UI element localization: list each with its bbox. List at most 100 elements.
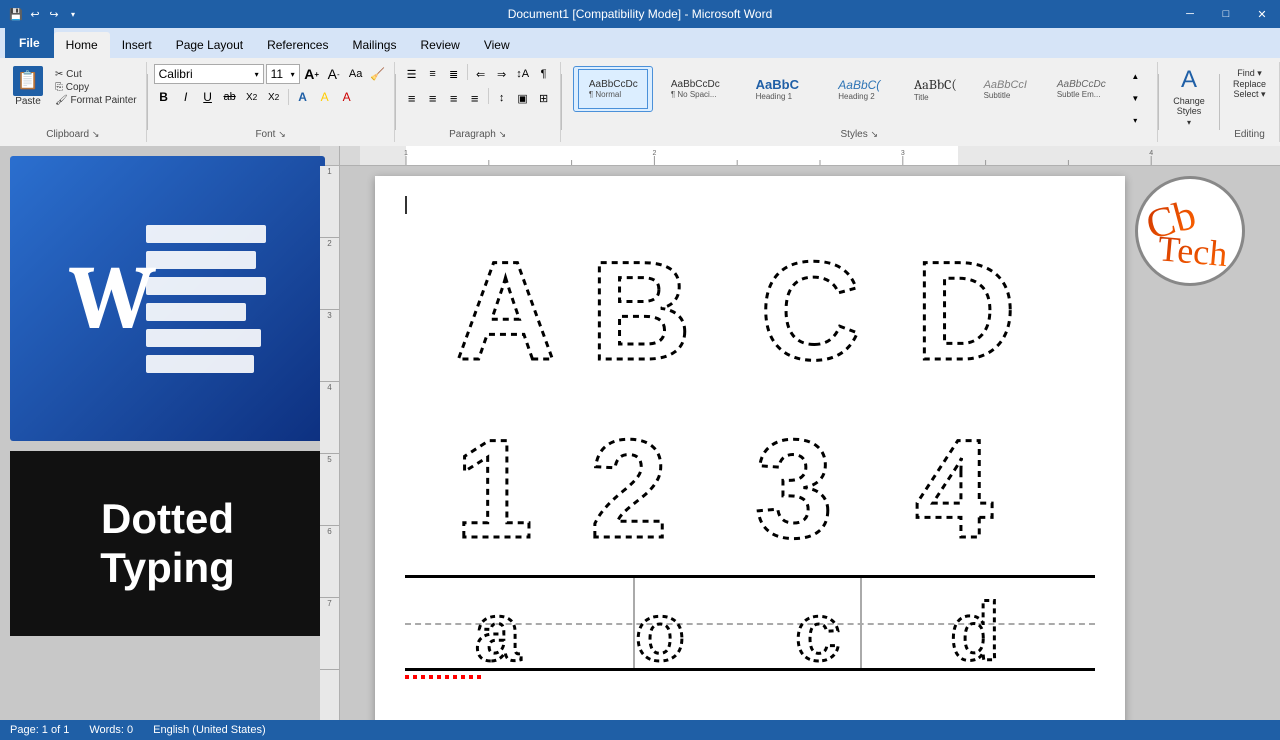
customize-quick-access-icon[interactable]: ▾: [65, 6, 81, 22]
highlight-button[interactable]: A: [315, 87, 335, 107]
status-bar: Page: 1 of 1 Words: 0 English (United St…: [0, 720, 1280, 740]
tab-file[interactable]: File: [5, 28, 54, 58]
copy-button[interactable]: ⎘ Copy: [52, 81, 140, 94]
tab-mailings[interactable]: Mailings: [340, 32, 408, 58]
tab-insert[interactable]: Insert: [110, 32, 164, 58]
font-name-selector[interactable]: Calibri ▾: [154, 64, 264, 84]
ribbon-tabs: File Home Insert Page Layout References …: [0, 28, 1280, 58]
svg-text:2: 2: [652, 150, 656, 157]
maximize-button[interactable]: □: [1208, 0, 1244, 28]
redo-icon[interactable]: ↪: [46, 6, 62, 22]
shading-button[interactable]: ▣: [513, 88, 533, 108]
style-heading2[interactable]: AaBbC( Heading 2: [819, 66, 899, 112]
align-left-button[interactable]: ≡: [402, 88, 422, 108]
text-effects-button[interactable]: A: [293, 87, 313, 107]
save-icon[interactable]: 💾: [8, 6, 24, 22]
format-painter-button[interactable]: 🖌 Format Painter: [52, 94, 140, 107]
style-title[interactable]: AaBbC( Title: [901, 66, 969, 112]
center-button[interactable]: ≡: [423, 88, 443, 108]
word-w-letter: W: [69, 247, 155, 351]
clear-format-button[interactable]: 🧹: [368, 64, 388, 84]
svg-text:1: 1: [455, 410, 533, 557]
svg-text:4: 4: [1149, 150, 1153, 157]
document-page[interactable]: A B C D 1 2 3 4: [375, 176, 1125, 720]
numbers-section: 1 2 3 4: [405, 397, 1095, 560]
style-no-spacing-preview: AaBbCcDc ¶ No Spaci...: [660, 69, 730, 109]
svg-text:C: C: [760, 232, 861, 379]
tab-view[interactable]: View: [472, 32, 522, 58]
tab-home[interactable]: Home: [54, 32, 110, 58]
line-spacing-button[interactable]: ↕: [492, 88, 512, 108]
superscript-button[interactable]: X2: [264, 87, 284, 107]
word-logo: W: [10, 156, 325, 441]
font-grow-button[interactable]: A+: [302, 64, 322, 84]
minimize-button[interactable]: ─: [1172, 0, 1208, 28]
ruler-v-mark-2: 2: [320, 238, 339, 310]
bullets-button[interactable]: ☰: [402, 64, 422, 84]
styles-scroll-up[interactable]: ▲: [1125, 66, 1145, 86]
page-wrapper[interactable]: A B C D 1 2 3 4: [340, 166, 1280, 720]
tab-page-layout[interactable]: Page Layout: [164, 32, 255, 58]
borders-button[interactable]: ⊞: [534, 88, 554, 108]
show-marks-button[interactable]: ¶: [534, 64, 554, 84]
font-name-value: Calibri: [159, 67, 193, 81]
letters-section: A B C D: [405, 219, 1095, 382]
align-right-button[interactable]: ≡: [444, 88, 464, 108]
style-normal[interactable]: AaBbCcDc ¶ Normal: [573, 66, 653, 112]
close-button[interactable]: ✕: [1244, 0, 1280, 28]
app-body: W DottedTyping 1 2 3 4: [0, 146, 1280, 720]
italic-button[interactable]: I: [176, 87, 196, 107]
numbering-button[interactable]: ≡: [423, 64, 443, 84]
underline-button[interactable]: U: [198, 87, 218, 107]
dotted-banner-text: DottedTyping: [100, 495, 235, 592]
subscript-button[interactable]: X2: [242, 87, 262, 107]
svg-text:4: 4: [915, 410, 993, 557]
svg-text:3: 3: [755, 410, 833, 557]
font-color-button[interactable]: A: [337, 87, 357, 107]
style-no-spacing[interactable]: AaBbCcDc ¶ No Spaci...: [655, 66, 735, 112]
paste-button[interactable]: 📋 Paste: [6, 64, 50, 108]
justify-button[interactable]: ≡: [465, 88, 485, 108]
font-shrink-button[interactable]: A-: [324, 64, 344, 84]
styles-group: AaBbCcDc ¶ Normal AaBbCcDc ¶ No Spaci...: [562, 62, 1158, 142]
multilevel-button[interactable]: ≣: [444, 64, 464, 84]
change-styles-button[interactable]: A ChangeStyles ▾: [1159, 62, 1219, 142]
document-area: 1 2 3 4 A B: [340, 146, 1280, 720]
clipboard-group: 📋 Paste ✂ Cut ⎘ Copy 🖌 Format Painter Cl…: [0, 62, 147, 142]
svg-text:A: A: [455, 232, 556, 379]
styles-scroll-down[interactable]: ▼: [1125, 88, 1145, 108]
style-subtitle[interactable]: AaBbCcI Subtitle: [971, 66, 1039, 112]
language-indicator: English (United States): [153, 724, 266, 736]
increase-indent-button[interactable]: ⇒: [492, 64, 512, 84]
sort-button[interactable]: ↕A: [513, 64, 533, 84]
numbers-svg: 1 2 3 4: [405, 397, 1085, 557]
style-subtle-emphasis[interactable]: AaBbCcDc Subtle Em...: [1041, 66, 1121, 112]
cut-button[interactable]: ✂ Cut: [52, 68, 140, 81]
style-subtitle-preview: AaBbCcI Subtitle: [976, 69, 1034, 109]
ruler-v-mark-7: 7: [320, 598, 339, 670]
editing-label: Editing: [1220, 129, 1279, 140]
styles-label: Styles ↘: [562, 129, 1157, 140]
strikethrough-button[interactable]: ab: [220, 87, 240, 107]
editing-group: Find ▾ Replace Select ▾ Editing: [1220, 62, 1280, 142]
svg-text:2: 2: [590, 410, 668, 557]
undo-icon[interactable]: ↩: [27, 6, 43, 22]
decrease-indent-button[interactable]: ⇐: [471, 64, 491, 84]
styles-expand[interactable]: ▾: [1125, 110, 1145, 130]
font-group: Calibri ▾ 11 ▾ A+ A- Aa 🧹 B I U ab X2 X2: [148, 62, 395, 142]
svg-text:a: a: [475, 587, 522, 668]
svg-text:B: B: [590, 232, 691, 379]
svg-text:d: d: [950, 587, 1000, 668]
tab-references[interactable]: References: [255, 32, 340, 58]
window-controls: ─ □ ✕: [1172, 0, 1280, 28]
style-subtle-emphasis-preview: AaBbCcDc Subtle Em...: [1046, 69, 1116, 109]
font-label: Font ↘: [148, 129, 394, 140]
style-heading1[interactable]: AaBbC Heading 1: [737, 66, 817, 112]
ruler-v-mark-1: 1: [320, 166, 339, 238]
bold-button[interactable]: B: [154, 87, 174, 107]
font-size-selector[interactable]: 11 ▾: [266, 64, 300, 84]
tab-review[interactable]: Review: [408, 32, 471, 58]
svg-text:o: o: [635, 587, 685, 668]
svg-text:1: 1: [404, 150, 408, 157]
change-case-button[interactable]: Aa: [346, 64, 366, 84]
